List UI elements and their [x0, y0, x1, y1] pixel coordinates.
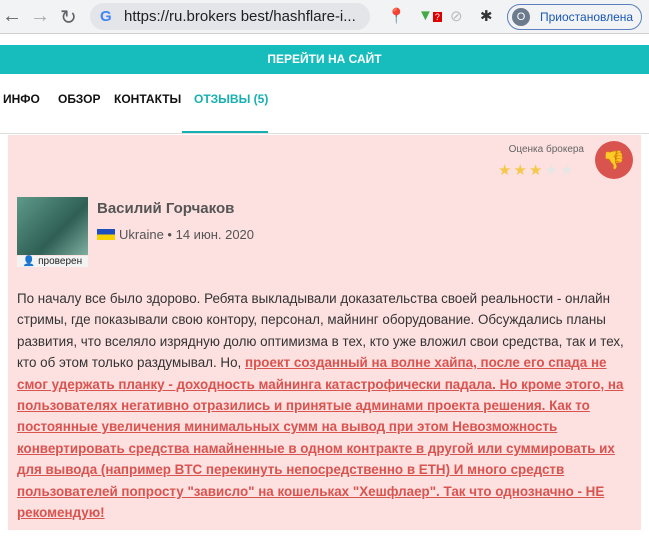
extension-icon[interactable]: ▼? — [418, 7, 442, 24]
author-name: Василий Горчаков — [97, 200, 235, 217]
review-card: Оценка брокера ★★★★★ 👎 👤 проверен Васили… — [8, 135, 641, 530]
reload-icon[interactable]: ↻ — [60, 5, 77, 30]
review-meta: Ukraine • 14 июн. 2020 — [97, 227, 254, 242]
extension-badge: ? — [432, 12, 442, 22]
back-icon[interactable]: ← — [2, 5, 22, 28]
thumbs-down-icon: 👎 — [595, 141, 633, 179]
address-bar[interactable]: Ghttps://ru.brokers best/hashflare-i... — [90, 3, 370, 30]
rating-label: Оценка брокера — [508, 144, 584, 155]
avatar: O — [512, 8, 530, 26]
tab-overview[interactable]: ОБЗОР — [58, 92, 101, 106]
review-text-highlight: проект созданный на волне хайпа, после е… — [17, 355, 624, 521]
star-icon: ★ — [559, 162, 576, 179]
tab-info[interactable]: ИНФО — [3, 92, 40, 106]
rating-stars: ★★★★★ — [498, 161, 575, 179]
user-photo — [17, 197, 88, 255]
review-text: По началу все было здорово. Ребята выкла… — [17, 288, 635, 523]
separator: • — [167, 227, 172, 242]
browser-toolbar: ← → ↻ Ghttps://ru.brokers best/hashflare… — [0, 0, 649, 34]
country: Ukraine — [119, 227, 164, 242]
review-date: 14 июн. 2020 — [175, 227, 255, 242]
profile-button[interactable]: O Приостановлена — [507, 4, 642, 30]
pin-extension-icon[interactable]: 📍 — [387, 7, 406, 25]
star-icon: ★ — [498, 162, 514, 179]
google-icon: G — [100, 8, 112, 25]
star-icon: ★ — [528, 162, 545, 179]
divider — [0, 133, 649, 134]
ukraine-flag-icon — [97, 229, 115, 240]
star-icon: ★ — [544, 162, 560, 179]
profile-label: Приостановлена — [540, 10, 634, 24]
forward-icon[interactable]: → — [30, 5, 50, 28]
tab-reviews[interactable]: ОТЗЫВЫ (5) — [194, 92, 268, 106]
puzzle-icon[interactable]: ✱ — [480, 7, 493, 25]
verified-label: проверен — [38, 256, 83, 267]
verified-badge: 👤 проверен — [17, 256, 88, 267]
url-text: https://ru.brokers best/hashflare-i... — [124, 8, 356, 25]
star-icon: ★ — [513, 162, 529, 179]
user-icon: 👤 — [22, 256, 36, 267]
sync-extension-icon[interactable]: ⊘ — [450, 7, 463, 25]
go-to-site-button[interactable]: ПЕРЕЙТИ НА САЙТ — [0, 45, 649, 74]
tab-contacts[interactable]: КОНТАКТЫ — [114, 92, 181, 106]
